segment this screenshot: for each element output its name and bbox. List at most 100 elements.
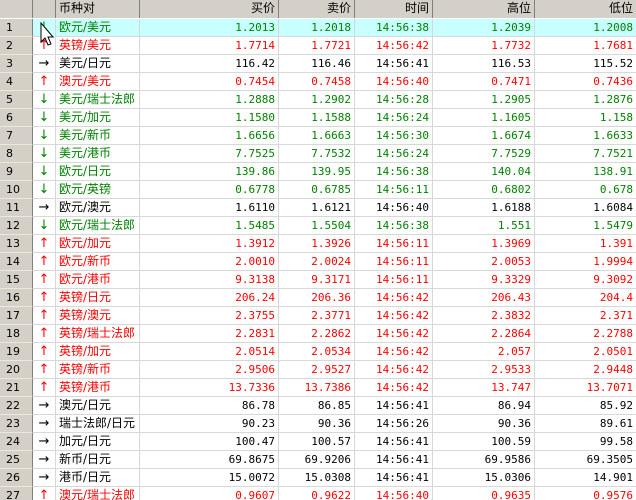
table-row[interactable]: 26 → 港币/日元 15.0072 15.0308 14:56:41 15.0306 14.… xyxy=(0,469,636,487)
bid-price: 2.3755 xyxy=(140,307,279,325)
table-row[interactable]: 25 → 新币/日元 69.8675 69.9206 14:56:41 69.9586 69.… xyxy=(0,451,636,469)
row-index[interactable]: 13 xyxy=(0,235,33,253)
trend-arrow-icon: ↓ xyxy=(33,163,56,181)
row-index[interactable]: 5 xyxy=(0,91,33,109)
table-row[interactable]: 27 ↑ 澳元/瑞士法郎 0.9607 0.9622 14:56:40 0.9635 0.95… xyxy=(0,487,636,500)
row-index[interactable]: 17 xyxy=(0,307,33,325)
header-ask[interactable]: 卖价 xyxy=(279,0,355,18)
low-price: 1.7681 xyxy=(535,37,636,55)
row-index[interactable]: 22 xyxy=(0,397,33,415)
row-index[interactable]: 8 xyxy=(0,145,33,163)
low-price: 1.391 xyxy=(535,235,636,253)
table-row[interactable]: 8 ↓ 美元/港币 7.7525 7.7532 14:56:24 7.7529 7.7521 xyxy=(0,145,636,163)
row-index[interactable]: 27 xyxy=(0,487,33,500)
row-index[interactable]: 19 xyxy=(0,343,33,361)
trend-arrow-icon: ↑ xyxy=(33,487,56,500)
table-row[interactable]: 9 ↓ 欧元/日元 139.86 139.95 14:56:38 140.04 138.91 xyxy=(0,163,636,181)
row-index[interactable]: 14 xyxy=(0,253,33,271)
quote-time: 14:56:41 xyxy=(355,451,433,469)
row-index[interactable]: 16 xyxy=(0,289,33,307)
table-row[interactable]: 19 ↑ 英镑/加元 2.0514 2.0534 14:56:42 2.057 2.0501 xyxy=(0,343,636,361)
table-row[interactable]: 21 ↑ 英镑/港币 13.7336 13.7386 14:56:42 13.747 13.7… xyxy=(0,379,636,397)
low-price: 0.678 xyxy=(535,181,636,199)
header-high[interactable]: 高位 xyxy=(433,0,535,18)
quote-time: 14:56:40 xyxy=(355,487,433,500)
quote-time: 14:56:40 xyxy=(355,73,433,91)
table-row[interactable]: 22 → 澳元/日元 86.78 86.85 14:56:41 86.94 85.92 xyxy=(0,397,636,415)
row-index[interactable]: 12 xyxy=(0,217,33,235)
row-index[interactable]: 6 xyxy=(0,109,33,127)
row-index[interactable]: 4 xyxy=(0,73,33,91)
table-row[interactable]: 14 ↑ 欧元/新币 2.0010 2.0024 14:56:11 2.0053 1.9994 xyxy=(0,253,636,271)
high-price: 69.9586 xyxy=(433,451,535,469)
table-row[interactable]: 12 ↓ 欧元/瑞士法郎 1.5485 1.5504 14:56:38 1.551 1.547… xyxy=(0,217,636,235)
table-row[interactable]: 16 ↑ 英镑/日元 206.24 206.36 14:56:42 206.43 204.4 xyxy=(0,289,636,307)
quote-time: 14:56:11 xyxy=(355,181,433,199)
row-index[interactable]: 25 xyxy=(0,451,33,469)
table-row[interactable]: 7 ↓ 美元/新币 1.6656 1.6663 14:56:30 1.6674 1.6633 xyxy=(0,127,636,145)
header-index[interactable] xyxy=(0,0,33,18)
high-price: 0.9635 xyxy=(433,487,535,500)
table-row[interactable]: 4 ↑ 澳元/美元 0.7454 0.7458 14:56:40 0.7471 0.7436 xyxy=(0,73,636,91)
bid-price: 2.0010 xyxy=(140,253,279,271)
row-index[interactable]: 10 xyxy=(0,181,33,199)
ask-price: 69.9206 xyxy=(279,451,355,469)
header-trend[interactable] xyxy=(33,0,56,18)
row-index[interactable]: 23 xyxy=(0,415,33,433)
table-row[interactable]: 5 ↓ 美元/瑞士法郎 1.2888 1.2902 14:56:28 1.2905 1.287… xyxy=(0,91,636,109)
low-price: 115.52 xyxy=(535,55,636,73)
bid-price: 0.6778 xyxy=(140,181,279,199)
pair-name: 加元/日元 xyxy=(56,433,140,451)
trend-arrow-icon: ↑ xyxy=(33,253,56,271)
quote-time: 14:56:11 xyxy=(355,253,433,271)
header-low[interactable]: 低位 xyxy=(535,0,636,18)
quote-time: 14:56:38 xyxy=(355,217,433,235)
row-index[interactable]: 3 xyxy=(0,55,33,73)
trend-arrow-icon: ↓ xyxy=(33,181,56,199)
row-index[interactable]: 7 xyxy=(0,127,33,145)
bid-price: 1.2888 xyxy=(140,91,279,109)
row-index[interactable]: 9 xyxy=(0,163,33,181)
table-row[interactable]: 11 → 欧元/澳元 1.6110 1.6121 14:56:40 1.6188 1.6084 xyxy=(0,199,636,217)
high-price: 0.6802 xyxy=(433,181,535,199)
row-index[interactable]: 11 xyxy=(0,199,33,217)
header-pair[interactable]: 币种对 xyxy=(56,0,140,18)
row-index[interactable]: 20 xyxy=(0,361,33,379)
table-row[interactable]: 3 → 美元/日元 116.42 116.46 14:56:41 116.53 115.52 xyxy=(0,55,636,73)
row-index[interactable]: 24 xyxy=(0,433,33,451)
header-time[interactable]: 时间 xyxy=(355,0,433,18)
row-index[interactable]: 26 xyxy=(0,469,33,487)
row-index[interactable]: 21 xyxy=(0,379,33,397)
row-index[interactable]: 15 xyxy=(0,271,33,289)
table-row[interactable]: 24 → 加元/日元 100.47 100.57 14:56:41 100.59 99.58 xyxy=(0,433,636,451)
table-row[interactable]: 1 ↓ 欧元/美元 1.2013 1.2018 14:56:38 1.2039 1.2008 xyxy=(0,19,636,37)
table-row[interactable]: 13 ↑ 欧元/加元 1.3912 1.3926 14:56:11 1.3969 1.391 xyxy=(0,235,636,253)
trend-arrow-icon: ↓ xyxy=(33,109,56,127)
header-bid[interactable]: 买价 xyxy=(140,0,279,18)
table-row[interactable]: 10 ↓ 欧元/英镑 0.6778 0.6785 14:56:11 0.6802 0.678 xyxy=(0,181,636,199)
quote-time: 14:56:24 xyxy=(355,109,433,127)
trend-arrow-icon: ↓ xyxy=(33,217,56,235)
table-row[interactable]: 17 ↑ 英镑/澳元 2.3755 2.3771 14:56:42 2.3832 2.371 xyxy=(0,307,636,325)
row-index[interactable]: 1 xyxy=(0,19,33,37)
high-price: 0.7471 xyxy=(433,73,535,91)
table-row[interactable]: 20 ↑ 英镑/新币 2.9506 2.9527 14:56:42 2.9533 2.9448 xyxy=(0,361,636,379)
row-index[interactable]: 2 xyxy=(0,37,33,55)
low-price: 1.5479 xyxy=(535,217,636,235)
table-row[interactable]: 15 ↑ 欧元/港币 9.3138 9.3171 14:56:11 9.3329 9.3092 xyxy=(0,271,636,289)
high-price: 2.057 xyxy=(433,343,535,361)
table-row[interactable]: 2 ↑ 英镑/美元 1.7714 1.7721 14:56:42 1.7732 1.7681 xyxy=(0,37,636,55)
table-row[interactable]: 6 ↓ 美元/加元 1.1580 1.1588 14:56:24 1.1605 1.158 xyxy=(0,109,636,127)
bid-price: 1.2013 xyxy=(140,19,279,37)
table-row[interactable]: 23 → 瑞士法郎/日元 90.23 90.36 14:56:26 90.36 89.61 xyxy=(0,415,636,433)
table-row[interactable]: 18 ↑ 英镑/瑞士法郎 2.2831 2.2862 14:56:42 2.2864 2.27… xyxy=(0,325,636,343)
high-price: 1.3969 xyxy=(433,235,535,253)
low-price: 9.3092 xyxy=(535,271,636,289)
row-index[interactable]: 18 xyxy=(0,325,33,343)
pair-name: 澳元/美元 xyxy=(56,73,140,91)
ask-price: 1.5504 xyxy=(279,217,355,235)
ask-price: 206.36 xyxy=(279,289,355,307)
quote-time: 14:56:11 xyxy=(355,235,433,253)
quote-time: 14:56:30 xyxy=(355,127,433,145)
low-price: 7.7521 xyxy=(535,145,636,163)
